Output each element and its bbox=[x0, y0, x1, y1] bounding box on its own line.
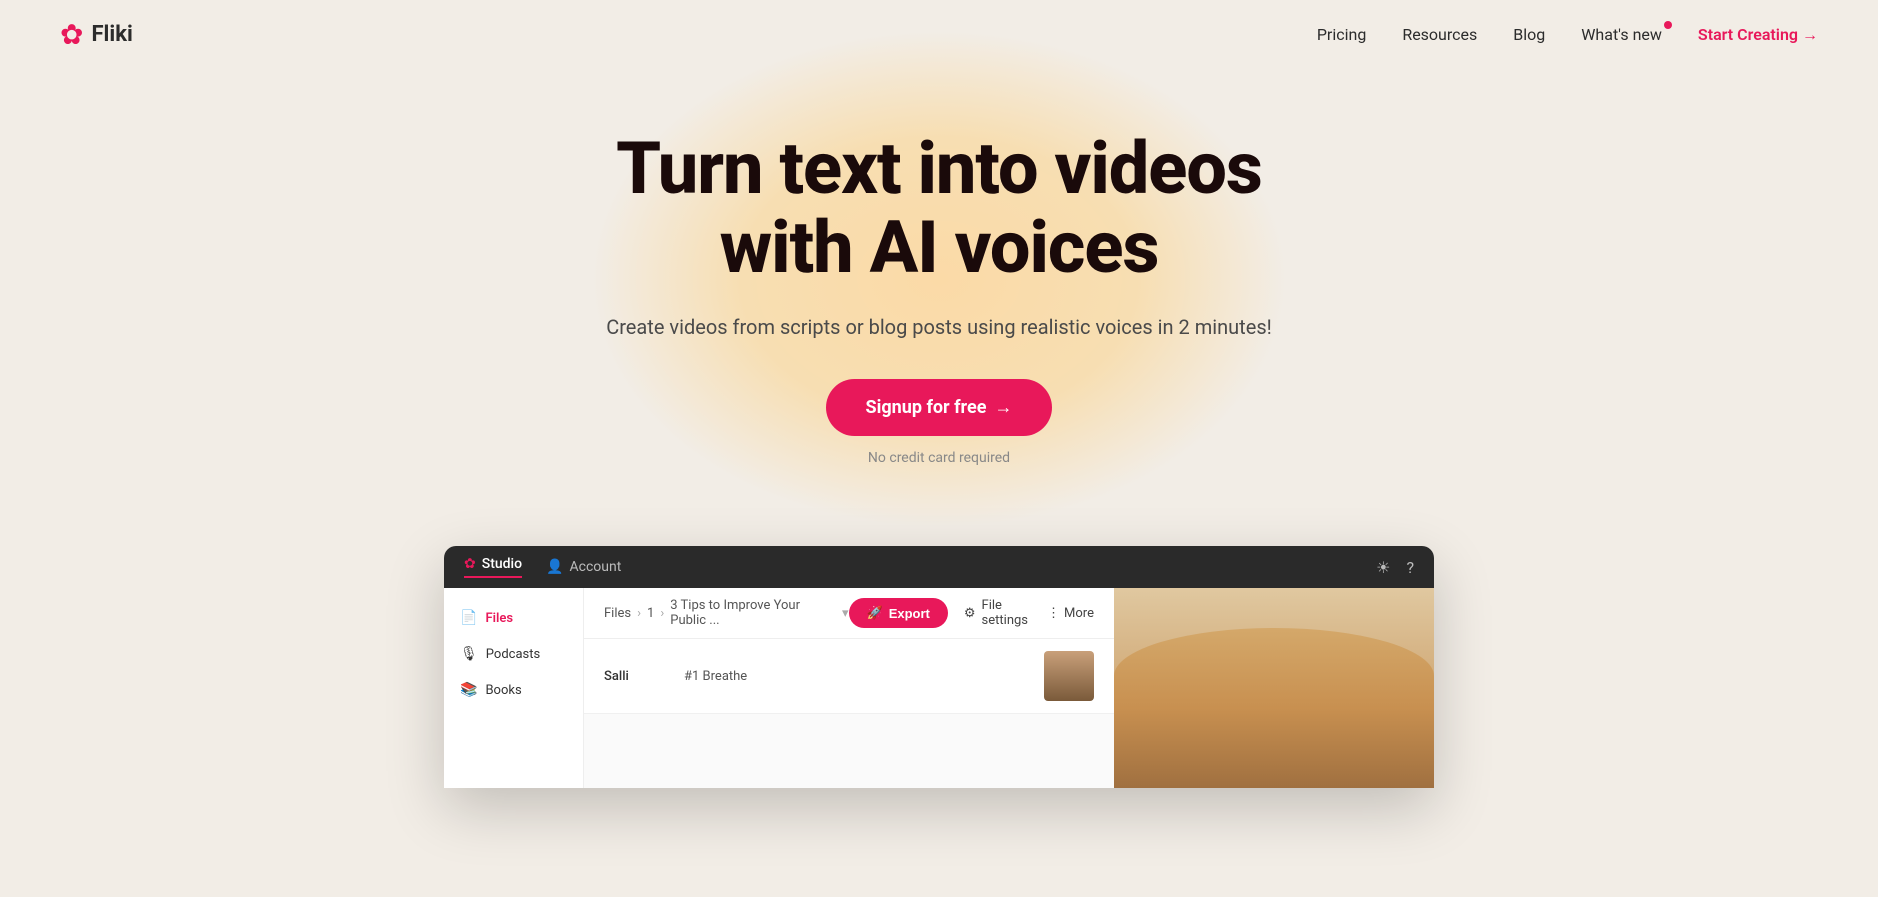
app-toolbar: Files › 1 › 3 Tips to Improve Your Publi… bbox=[584, 588, 1114, 639]
app-titlebar: ✿ Studio 👤 Account ☀ ? bbox=[444, 546, 1434, 588]
export-button[interactable]: 🚀 Export bbox=[849, 598, 948, 628]
start-creating-button[interactable]: Start Creating → bbox=[1698, 25, 1818, 45]
sidebar-item-books[interactable]: 📚 Books bbox=[444, 672, 583, 708]
signup-label: Signup for free bbox=[866, 397, 987, 418]
fliki-logo-icon: ✿ bbox=[60, 18, 83, 51]
export-rocket-icon: 🚀 bbox=[867, 605, 883, 621]
app-right-panel bbox=[1114, 588, 1434, 788]
person-silhouette bbox=[1114, 628, 1434, 788]
hero-subtitle: Create videos from scripts or blog posts… bbox=[20, 315, 1858, 339]
titlebar-left: ✿ Studio 👤 Account bbox=[464, 556, 621, 578]
brightness-icon[interactable]: ☀ bbox=[1376, 558, 1390, 577]
app-main: Files › 1 › 3 Tips to Improve Your Publi… bbox=[584, 588, 1114, 788]
table-row[interactable]: Salli #1 Breathe bbox=[584, 639, 1114, 714]
help-icon[interactable]: ? bbox=[1406, 558, 1414, 577]
more-button[interactable]: ⋮ More bbox=[1047, 606, 1094, 621]
podcasts-icon: 🎙 bbox=[460, 646, 478, 662]
hero-content: Turn text into videos with AI voices Cre… bbox=[20, 129, 1858, 466]
breadcrumb-sep1: › bbox=[637, 606, 641, 621]
more-dots-icon: ⋮ bbox=[1047, 606, 1060, 621]
logo-area[interactable]: ✿ Fliki bbox=[60, 18, 133, 51]
breadcrumb-file-name[interactable]: 3 Tips to Improve Your Public ... bbox=[670, 598, 832, 628]
thumb-figure bbox=[1044, 651, 1094, 701]
account-icon: 👤 bbox=[546, 559, 563, 575]
nav-whats-new-container: What's new bbox=[1581, 25, 1662, 44]
titlebar-right: ☀ ? bbox=[1376, 558, 1414, 577]
hero-title-line1: Turn text into videos bbox=[616, 126, 1262, 211]
studio-tab[interactable]: ✿ Studio bbox=[464, 556, 522, 578]
breadcrumb-sep2: › bbox=[660, 606, 664, 621]
main-nav: Pricing Resources Blog What's new Start … bbox=[1317, 25, 1818, 45]
start-creating-arrow: → bbox=[1802, 25, 1818, 45]
breadcrumb-1[interactable]: 1 bbox=[647, 606, 654, 621]
files-icon: 📄 bbox=[460, 610, 477, 626]
nav-pricing[interactable]: Pricing bbox=[1317, 25, 1367, 44]
export-label: Export bbox=[889, 606, 930, 621]
file-settings-label: File settings bbox=[982, 598, 1032, 628]
no-credit-text: No credit card required bbox=[20, 450, 1858, 466]
sidebar-item-files[interactable]: 📄 Files bbox=[444, 600, 583, 636]
hero-title-line2: with AI voices bbox=[720, 205, 1159, 290]
app-sidebar: 📄 Files 🎙 Podcasts 📚 Books bbox=[444, 588, 584, 788]
more-label: More bbox=[1064, 606, 1094, 621]
hero-title: Turn text into videos with AI voices bbox=[20, 129, 1858, 287]
nav-blog[interactable]: Blog bbox=[1513, 25, 1545, 44]
sidebar-item-books-label: Books bbox=[485, 683, 521, 698]
account-tab[interactable]: 👤 Account bbox=[546, 559, 621, 575]
signup-arrow: → bbox=[994, 397, 1012, 418]
account-tab-label: Account bbox=[570, 559, 622, 575]
header: ✿ Fliki Pricing Resources Blog What's ne… bbox=[0, 0, 1878, 69]
settings-gear-icon: ⚙ bbox=[964, 606, 976, 621]
nav-resources[interactable]: Resources bbox=[1402, 25, 1477, 44]
logo-text: Fliki bbox=[91, 22, 132, 47]
sidebar-item-files-label: Files bbox=[485, 611, 513, 626]
breadcrumb-files[interactable]: Files bbox=[604, 606, 631, 621]
studio-icon: ✿ bbox=[464, 556, 476, 572]
right-panel-figure bbox=[1114, 588, 1434, 788]
toolbar-actions: 🚀 Export ⚙ File settings ⋮ More bbox=[849, 598, 1094, 628]
sidebar-item-podcasts-label: Podcasts bbox=[486, 647, 540, 662]
app-preview: ✿ Studio 👤 Account ☀ ? 📄 Files 🎙 Podcast… bbox=[444, 546, 1434, 788]
app-table: Salli #1 Breathe bbox=[584, 639, 1114, 714]
signup-button[interactable]: Signup for free → bbox=[826, 379, 1053, 436]
row-title: #1 Breathe bbox=[684, 669, 1044, 684]
breadcrumb: Files › 1 › 3 Tips to Improve Your Publi… bbox=[604, 598, 849, 628]
hero-section: Turn text into videos with AI voices Cre… bbox=[0, 69, 1878, 506]
file-settings-button[interactable]: ⚙ File settings bbox=[964, 598, 1031, 628]
whats-new-dot bbox=[1664, 21, 1672, 29]
app-body: 📄 Files 🎙 Podcasts 📚 Books Files › 1 › bbox=[444, 588, 1434, 788]
row-speaker-name: Salli bbox=[604, 669, 684, 684]
start-creating-label: Start Creating bbox=[1698, 25, 1798, 44]
nav-whats-new[interactable]: What's new bbox=[1581, 25, 1662, 44]
studio-tab-label: Studio bbox=[482, 556, 522, 572]
sidebar-item-podcasts[interactable]: 🎙 Podcasts bbox=[444, 636, 583, 672]
row-thumbnail bbox=[1044, 651, 1094, 701]
books-icon: 📚 bbox=[460, 682, 477, 698]
